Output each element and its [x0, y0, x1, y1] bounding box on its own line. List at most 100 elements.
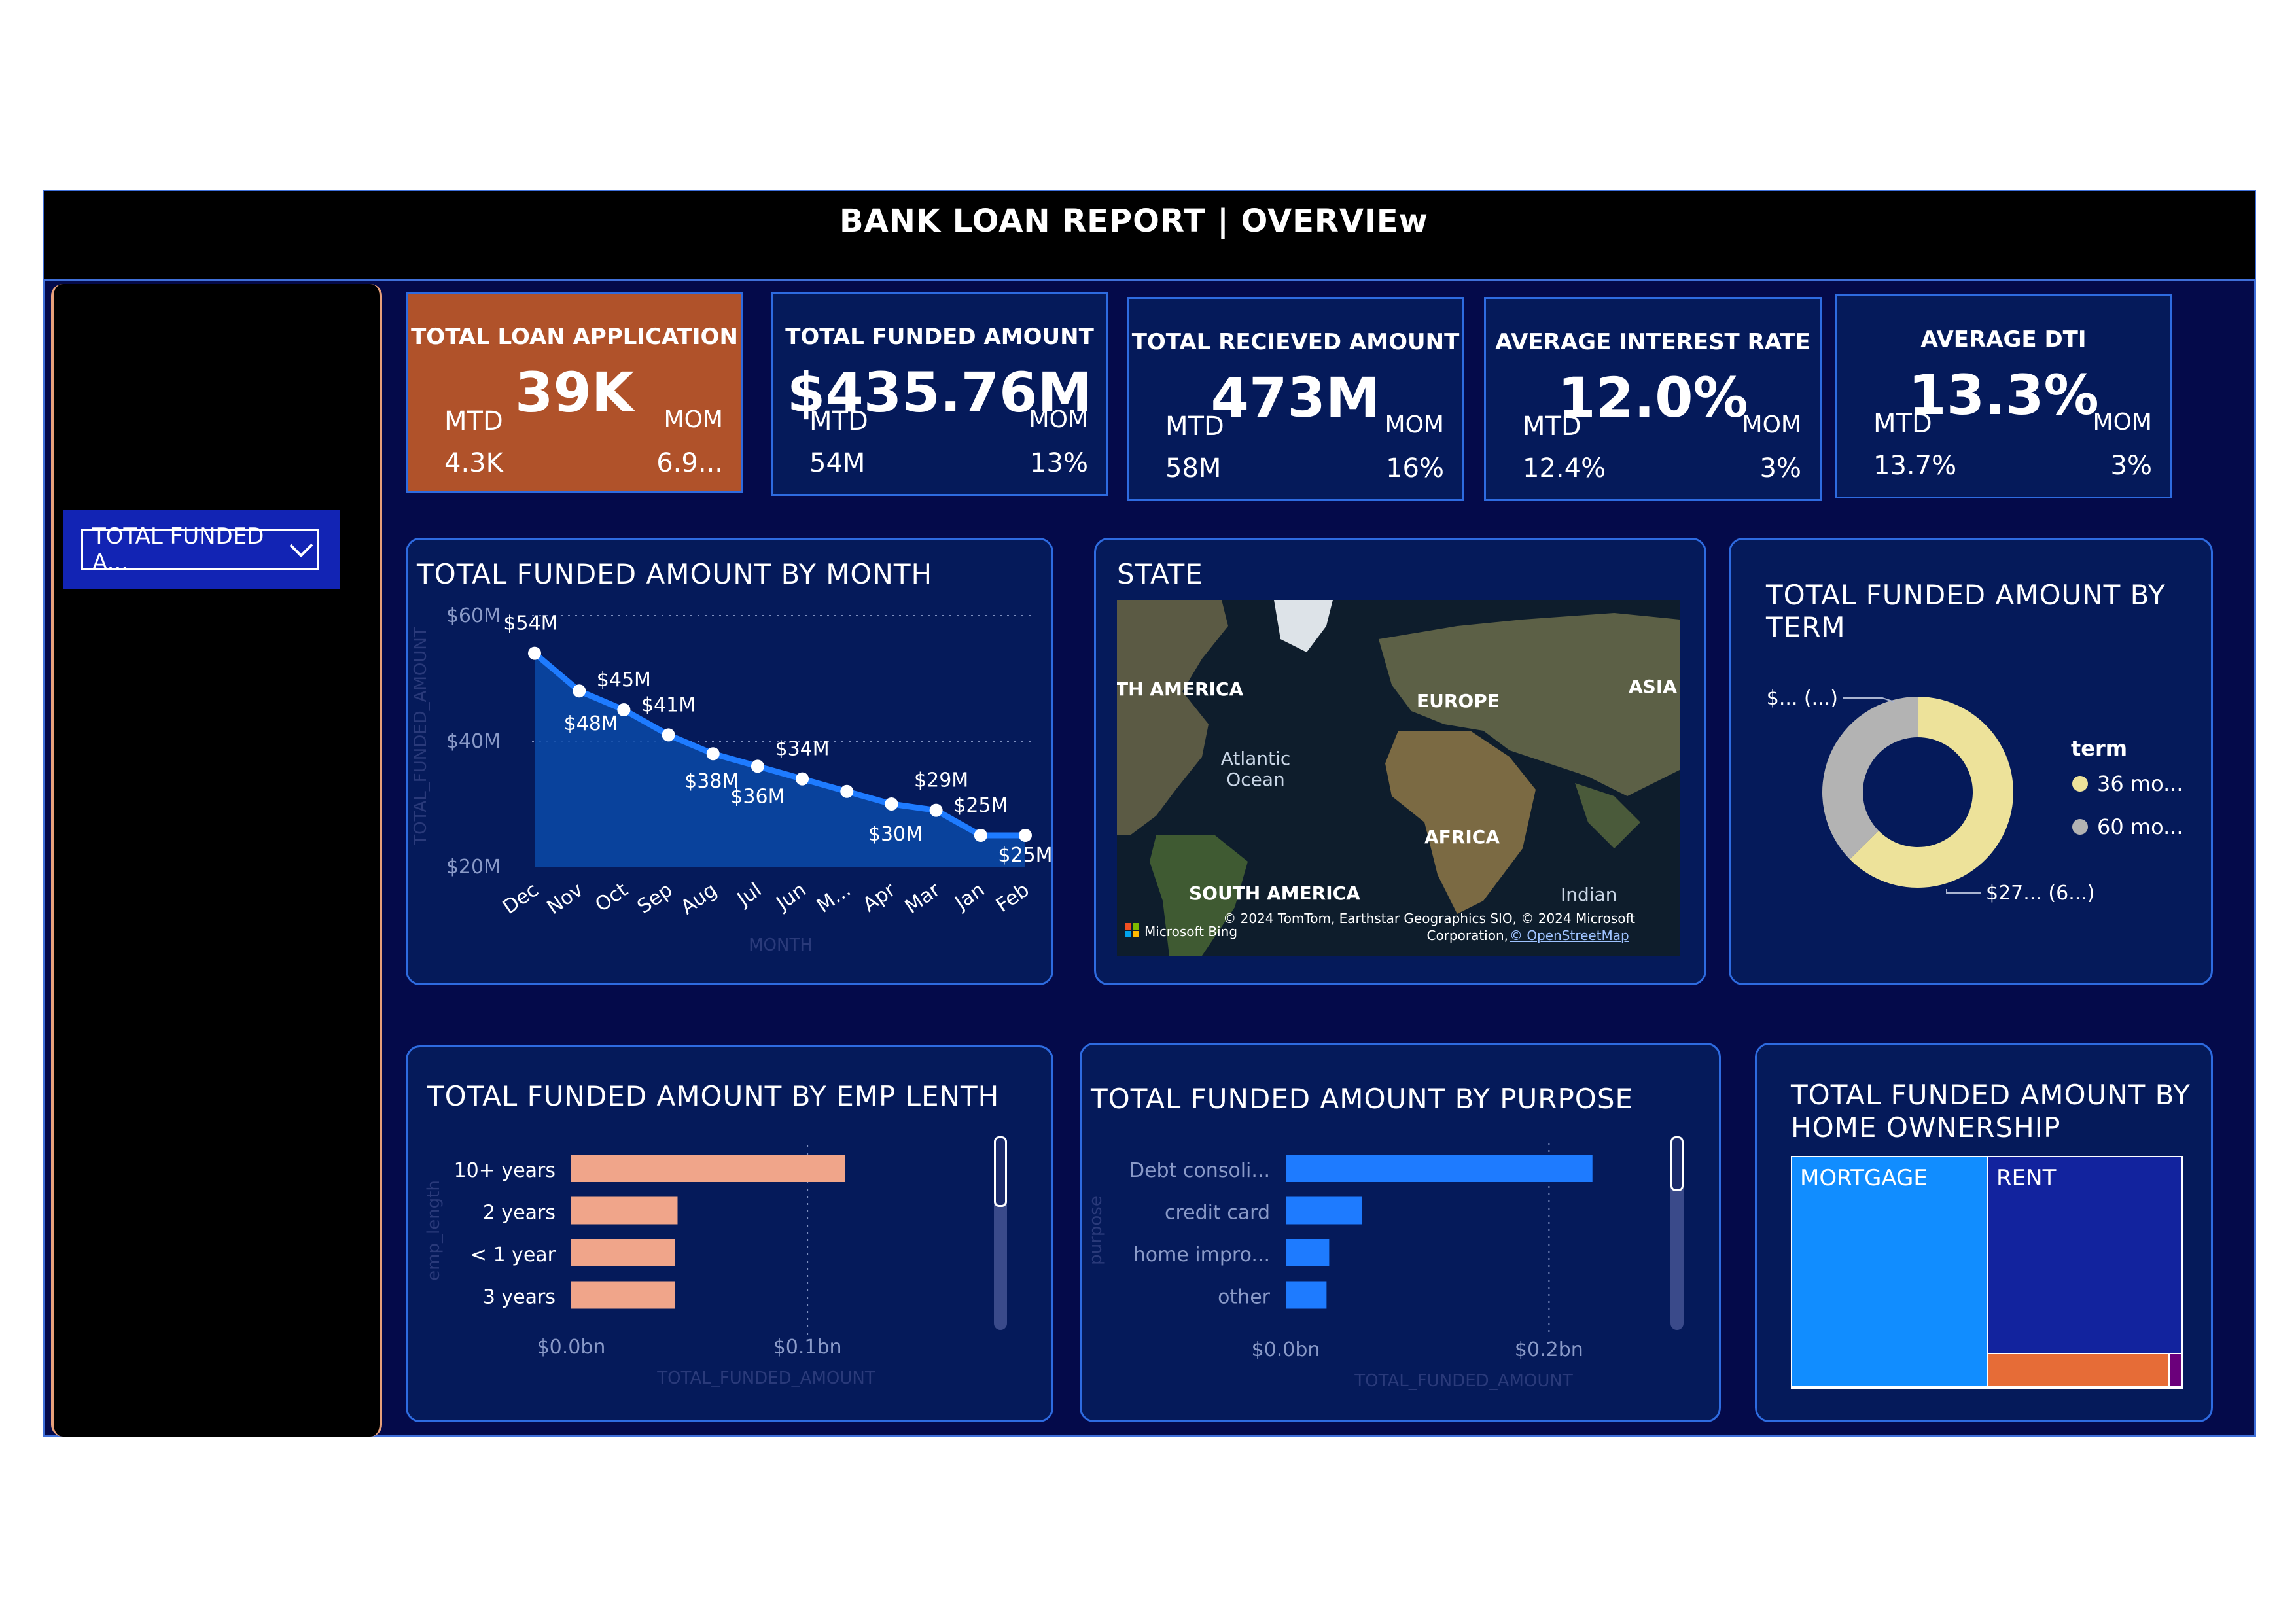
month-x-tick: Jun: [771, 879, 811, 916]
purpose-bar[interactable]: [1286, 1281, 1327, 1309]
treemap-tile-rent[interactable]: RENT: [1988, 1157, 2181, 1353]
emp-x-tick: $0.0bn: [537, 1336, 606, 1359]
month-data-label: $36M: [730, 785, 785, 808]
month-data-label: $25M: [953, 794, 1008, 817]
month-x-tick: Apr: [858, 879, 900, 917]
month-data-point[interactable]: [617, 703, 631, 716]
kpi-label: TOTAL LOAN APPLICATION: [411, 324, 738, 350]
emp-bar[interactable]: [571, 1155, 845, 1182]
kpi-average-dti[interactable]: AVERAGE DTI 13.3% MTD 13.7% MOM 3%: [1835, 294, 2172, 498]
map-label-south-america: SOUTH AMERICA: [1189, 882, 1360, 904]
purpose-category-label: home impro...: [1133, 1244, 1270, 1266]
term-slice-1[interactable]: [1822, 697, 1918, 860]
purpose-bar[interactable]: [1286, 1196, 1362, 1225]
purpose-bar[interactable]: [1286, 1239, 1330, 1266]
kpi-label: TOTAL RECIEVED AMOUNT: [1131, 329, 1460, 355]
map-label-asia: ASIA: [1629, 676, 1677, 697]
purpose-bar[interactable]: [1286, 1155, 1593, 1182]
kpi-mtd-value: 4.3K: [444, 448, 503, 478]
kpi-total-funded-amount[interactable]: TOTAL FUNDED AMOUNT $435.76M MTD 54M MOM…: [771, 292, 1108, 496]
term-legend-swatch-60: [2072, 819, 2088, 835]
month-data-point[interactable]: [974, 829, 987, 842]
kpi-label: AVERAGE DTI: [1920, 326, 2087, 353]
month-y-axis-title: TOTAL_FUNDED_AMOUNT: [411, 627, 431, 846]
term-legend-item-36[interactable]: 36 mo...: [2097, 771, 2183, 796]
term-donut-chart[interactable]: term 36 mo... 60 mo... $27... (6...) $...…: [1731, 540, 2211, 983]
month-x-tick: Dec: [499, 879, 543, 919]
month-area-chart[interactable]: TOTAL_FUNDED_AMOUNT MONTH $20M $40M $60M $5…: [408, 540, 1051, 983]
purpose-scrollbar-thumb[interactable]: [1670, 1136, 1684, 1191]
emp-bar-chart[interactable]: emp_length TOTAL_FUNDED_AMOUNT $0.0bn $0.…: [408, 1047, 1051, 1420]
term-data-label-36: $27... (6...): [1986, 882, 2095, 905]
kpi-total-loan-application[interactable]: TOTAL LOAN APPLICATION 39K MTD 4.3K MOM …: [406, 292, 743, 493]
kpi-average-interest-rate[interactable]: AVERAGE INTEREST RATE 12.0% MTD 12.4% MO…: [1484, 297, 1822, 501]
kpi-label: AVERAGE INTEREST RATE: [1495, 329, 1810, 355]
month-data-point[interactable]: [573, 684, 586, 698]
month-x-tick: Aug: [677, 879, 721, 919]
month-data-point[interactable]: [751, 759, 764, 773]
month-data-point[interactable]: [1019, 829, 1032, 842]
month-data-label: $29M: [914, 769, 968, 792]
kpi-mtd-label: MTD: [444, 406, 503, 436]
kpi-mtd-label: MTD: [1873, 409, 1932, 439]
term-legend-item-60[interactable]: 60 mo...: [2097, 814, 2183, 839]
kpi-total-recieved-amount[interactable]: TOTAL RECIEVED AMOUNT 473M MTD 58M MOM 1…: [1127, 297, 1464, 501]
month-data-label: $34M: [775, 738, 830, 761]
map-attribution-link[interactable]: © OpenStreetMap: [1510, 928, 1629, 943]
measure-slicer-dropdown[interactable]: TOTAL FUNDED A...: [81, 523, 319, 576]
treemap-tile-other[interactable]: [2169, 1354, 2181, 1386]
kpi-mtd-value: 58M: [1165, 453, 1222, 483]
emp-bar[interactable]: [571, 1281, 675, 1309]
kpi-label: TOTAL FUNDED AMOUNT: [785, 324, 1094, 350]
sidebar: [51, 284, 382, 1437]
purpose-x-tick: $0.0bn: [1252, 1338, 1320, 1361]
month-data-point[interactable]: [662, 728, 675, 742]
panel-funded-by-term[interactable]: TOTAL FUNDED AMOUNT BY TERM term 36 mo..…: [1729, 538, 2213, 985]
emp-category-label: 10+ years: [454, 1159, 556, 1182]
kpi-mom-label: MOM: [2093, 409, 2152, 436]
treemap-tile-mortgage[interactable]: MORTGAGE: [1792, 1157, 1988, 1386]
panel-funded-by-home-ownership[interactable]: TOTAL FUNDED AMOUNT BY HOME OWNERSHIP MO…: [1755, 1043, 2213, 1422]
bing-logo-icon-green: [1133, 923, 1139, 930]
month-data-label: $54M: [503, 612, 557, 635]
kpi-mom-value: 6.9...: [656, 448, 723, 478]
emp-x-axis-title: TOTAL_FUNDED_AMOUNT: [656, 1369, 875, 1388]
panel-title-line1: TOTAL FUNDED AMOUNT BY: [1791, 1079, 2191, 1111]
kpi-mom-label: MOM: [663, 406, 723, 433]
month-x-tick: Feb: [992, 879, 1034, 917]
kpi-mom-value: 16%: [1386, 453, 1444, 483]
emp-category-label: 3 years: [483, 1286, 556, 1309]
month-x-tick: Mar: [901, 879, 945, 919]
kpi-mtd-label: MTD: [809, 406, 868, 436]
month-data-label: $41M: [641, 693, 696, 716]
emp-bar[interactable]: [571, 1239, 675, 1266]
emp-scrollbar-thumb[interactable]: [994, 1136, 1007, 1207]
month-data-point[interactable]: [528, 646, 541, 660]
purpose-bar-chart[interactable]: purpose TOTAL_FUNDED_AMOUNT $0.0bn $0.2bn…: [1082, 1045, 1719, 1420]
map-label-africa: AFRICA: [1424, 826, 1500, 848]
map-label-indian: Indian: [1561, 884, 1617, 905]
month-data-point[interactable]: [796, 772, 809, 786]
emp-bar[interactable]: [571, 1196, 678, 1225]
panel-funded-by-purpose[interactable]: TOTAL FUNDED AMOUNT BY PURPOSE purpose T…: [1080, 1043, 1721, 1422]
panel-state-map[interactable]: STATE TH AMERICA EUROPE ASIA Atlantic Oc…: [1094, 538, 1706, 985]
bing-logo-icon: [1125, 923, 1131, 930]
month-data-point[interactable]: [885, 797, 898, 811]
kpi-mtd-label: MTD: [1165, 411, 1224, 442]
month-data-point[interactable]: [840, 784, 854, 798]
emp-y-axis-title: emp_length: [424, 1180, 444, 1281]
term-leader-line: [1843, 697, 1895, 703]
panel-funded-by-emp-length[interactable]: TOTAL FUNDED AMOUNT BY EMP LENTH emp_len…: [406, 1045, 1053, 1422]
page-title: BANK LOAN REPORT | OVERVIEw: [839, 203, 1429, 239]
month-data-point[interactable]: [929, 803, 943, 817]
month-data-point[interactable]: [706, 747, 720, 761]
panel-funded-by-month[interactable]: TOTAL FUNDED AMOUNT BY MONTH TOTAL_FUNDE…: [406, 538, 1053, 985]
kpi-mom-value: 3%: [2110, 451, 2152, 481]
world-map[interactable]: TH AMERICA EUROPE ASIA Atlantic Ocean AF…: [1117, 600, 1680, 956]
map-label-north-america: TH AMERICA: [1117, 678, 1243, 700]
home-ownership-treemap[interactable]: MORTGAGE RENT: [1791, 1156, 2183, 1389]
treemap-tile-own[interactable]: [1988, 1354, 2168, 1386]
map-attribution-line2: Corporation,: [1426, 928, 1508, 943]
purpose-y-axis-title: purpose: [1086, 1196, 1106, 1265]
term-leader-line: [1946, 889, 1981, 894]
